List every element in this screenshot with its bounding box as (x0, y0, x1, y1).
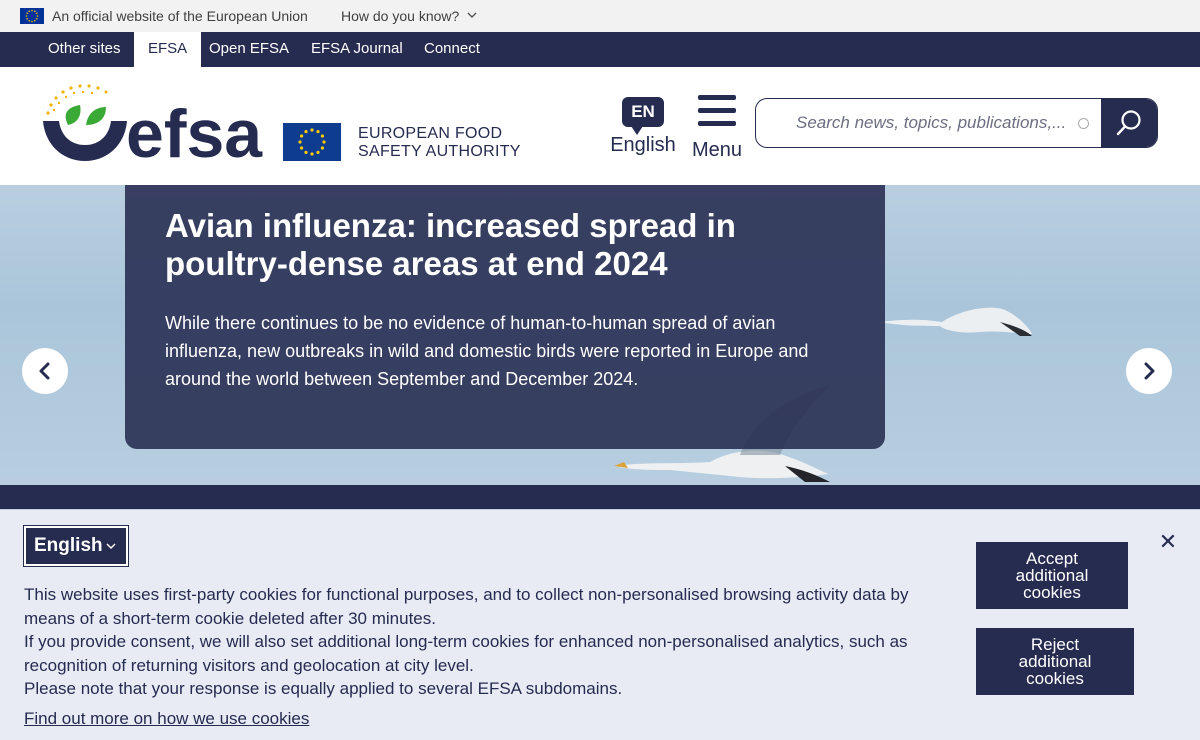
agency-name-line1: EUROPEAN FOOD (358, 125, 503, 142)
cookie-paragraph: This website uses first-party cookies fo… (24, 585, 909, 628)
cookie-policy-link[interactable]: Find out more on how we use cookies (24, 709, 309, 729)
hero-title[interactable]: Avian influenza: increased spread in pou… (165, 207, 825, 283)
cookie-paragraph: If you provide consent, we will also set… (24, 632, 908, 675)
swan-image (880, 307, 1032, 336)
eu-flag-icon (20, 8, 44, 24)
carousel-previous-button[interactable] (22, 348, 68, 394)
language-selector-button[interactable]: EN English (610, 97, 676, 167)
hero-carousel: Avian influenza: increased spread in pou… (0, 185, 1200, 485)
language-bubble-icon: EN (622, 97, 664, 135)
menu-label: Menu (691, 139, 743, 161)
nav-open-efsa[interactable]: Open EFSA (195, 32, 303, 67)
cookie-consent-banner: English This website uses first-party co… (0, 509, 1200, 740)
search-loading-indicator-icon (1078, 118, 1089, 129)
eu-official-text: An official website of the European Unio… (52, 8, 308, 24)
cookie-language-selector[interactable]: English (23, 525, 129, 567)
hero-slide-card[interactable]: Avian influenza: increased spread in pou… (125, 185, 885, 449)
chevron-left-icon (39, 362, 50, 380)
menu-button[interactable]: Menu (690, 95, 744, 165)
hero-description: While there continues to be no evidence … (165, 313, 809, 389)
nav-efsa[interactable]: EFSA (134, 32, 202, 67)
search-input[interactable] (756, 99, 1102, 147)
how-do-you-know-toggle[interactable]: How do you know? (341, 8, 477, 24)
eu-flag-logo-icon (283, 123, 341, 161)
efsa-logo[interactable]: efsa (40, 83, 272, 165)
how-do-you-know-label: How do you know? (341, 8, 460, 24)
site-header: efsa EUROPEAN FOOD SAFETY AUTHORITY EN E… (0, 67, 1200, 185)
accept-cookies-button[interactable]: Accept additional cookies (976, 542, 1128, 609)
chevron-right-icon (1144, 362, 1155, 380)
cookie-paragraph: Please note that your response is equall… (24, 679, 623, 698)
agency-name-line2: SAFETY AUTHORITY (358, 143, 521, 160)
eu-official-banner: An official website of the European Unio… (0, 0, 1200, 32)
nav-other-sites[interactable]: Other sites (34, 32, 135, 67)
cookie-language-label: English (34, 535, 103, 556)
nav-connect[interactable]: Connect (410, 32, 494, 67)
search-button[interactable] (1101, 99, 1157, 147)
site-switcher-nav: Other sites EFSA Open EFSA EFSA Journal … (0, 32, 1200, 67)
cookie-notice-text: This website uses first-party cookies fo… (24, 583, 944, 701)
efsa-logo-text: efsa (126, 96, 263, 165)
chevron-down-icon (467, 11, 477, 22)
nav-efsa-journal[interactable]: EFSA Journal (297, 32, 417, 67)
search-icon (1116, 110, 1141, 136)
agency-name: EUROPEAN FOOD SAFETY AUTHORITY (358, 125, 521, 161)
search-box (755, 98, 1158, 148)
reject-cookies-button[interactable]: Reject additional cookies (976, 628, 1134, 695)
hamburger-icon (698, 95, 736, 127)
language-label: English (610, 134, 676, 156)
carousel-next-button[interactable] (1126, 348, 1172, 394)
chevron-down-icon (106, 528, 116, 564)
close-icon[interactable]: ✕ (1158, 531, 1178, 553)
